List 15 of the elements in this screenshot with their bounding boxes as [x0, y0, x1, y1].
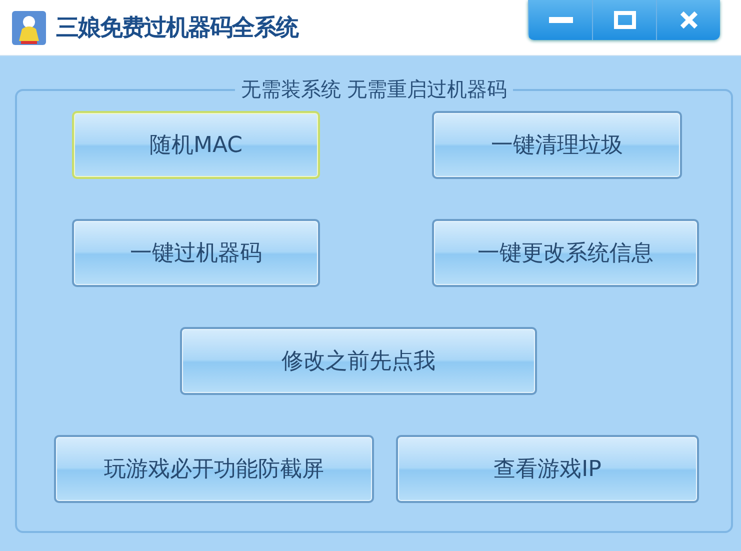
close-button[interactable] — [656, 0, 720, 40]
action-button[interactable]: 一键更改系统信息 — [432, 219, 699, 287]
action-button[interactable]: 一键清理垃圾 — [432, 111, 682, 179]
action-button[interactable]: 一键过机器码 — [72, 219, 320, 287]
action-button[interactable]: 随机MAC — [72, 111, 320, 179]
app-logo-icon — [12, 10, 46, 44]
minimize-button[interactable] — [528, 0, 592, 40]
action-button[interactable]: 查看游戏IP — [396, 435, 699, 503]
action-button[interactable]: 玩游戏必开功能防截屏 — [54, 435, 374, 503]
action-button[interactable]: 修改之前先点我 — [180, 327, 537, 395]
maximize-button[interactable] — [592, 0, 656, 40]
minimize-icon — [548, 17, 572, 23]
maximize-icon — [614, 11, 636, 29]
window-title: 三娘免费过机器码全系统 — [56, 14, 298, 43]
close-icon — [678, 10, 698, 30]
